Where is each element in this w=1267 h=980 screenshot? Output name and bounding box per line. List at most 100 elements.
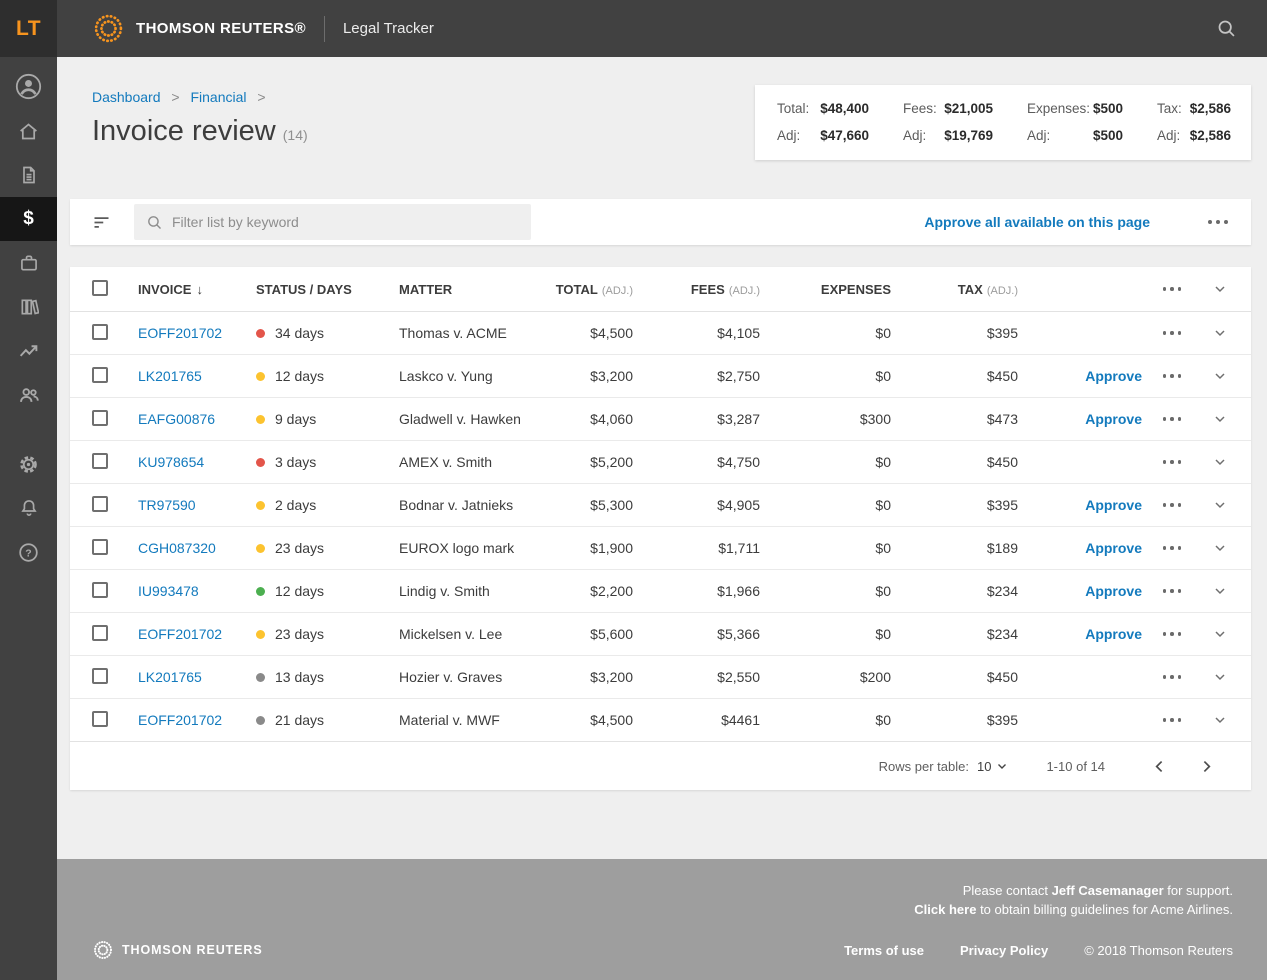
table-row: LK201765 12 days Laskco v. Yung $3,200 $… bbox=[70, 355, 1251, 398]
invoice-link[interactable]: KU978654 bbox=[138, 454, 204, 470]
approve-button[interactable]: Approve bbox=[1085, 368, 1142, 384]
filter-button[interactable] bbox=[91, 212, 112, 233]
row-checkbox[interactable] bbox=[92, 452, 108, 469]
page-title: Invoice review bbox=[92, 115, 276, 147]
sidebar-item-help[interactable]: ? bbox=[0, 530, 57, 574]
sidebar-item-settings[interactable] bbox=[0, 442, 57, 486]
filter-input[interactable] bbox=[172, 214, 519, 230]
row-expand-icon[interactable] bbox=[1212, 454, 1228, 470]
rows-per-page-select[interactable]: 10 bbox=[977, 759, 1008, 774]
column-header-status[interactable]: STATUS / DAYS bbox=[256, 282, 399, 297]
column-header-tax[interactable]: TAX (ADJ.) bbox=[891, 282, 1018, 297]
total-value: $2,200 bbox=[590, 583, 633, 599]
approve-all-button[interactable]: Approve all available on this page bbox=[924, 214, 1150, 230]
column-header-total[interactable]: TOTAL (ADJ.) bbox=[529, 282, 633, 297]
terms-of-use-link[interactable]: Terms of use bbox=[844, 943, 924, 958]
footer: Please contact Jeff Casemanager for supp… bbox=[57, 859, 1267, 980]
row-checkbox[interactable] bbox=[92, 366, 108, 383]
fees-value: $4,750 bbox=[717, 454, 760, 470]
approve-button[interactable]: Approve bbox=[1085, 411, 1142, 427]
row-menu-icon[interactable] bbox=[1162, 460, 1182, 464]
page-count: (14) bbox=[282, 127, 308, 143]
billing-guidelines-link[interactable]: Click here bbox=[914, 902, 976, 917]
sidebar-item-documents[interactable] bbox=[0, 153, 57, 197]
invoice-link[interactable]: LK201765 bbox=[138, 669, 202, 685]
sidebar-item-notifications[interactable] bbox=[0, 486, 57, 530]
invoice-link[interactable]: TR97590 bbox=[138, 497, 196, 513]
row-checkbox[interactable] bbox=[92, 581, 108, 598]
row-expand-icon[interactable] bbox=[1212, 626, 1228, 642]
expenses-value: $0 bbox=[875, 454, 891, 470]
app-logo[interactable]: LT bbox=[0, 0, 57, 57]
row-expand-icon[interactable] bbox=[1212, 583, 1228, 599]
sidebar-item-contacts[interactable] bbox=[0, 373, 57, 417]
fees-value: $2,750 bbox=[717, 368, 760, 384]
row-menu-icon[interactable] bbox=[1162, 718, 1182, 722]
status-dot bbox=[256, 672, 265, 682]
breadcrumb: Dashboard > Financial > bbox=[92, 89, 308, 105]
table-header-row: INVOICE ↓ STATUS / DAYS MATTER TOTAL (ADJ.… bbox=[70, 267, 1251, 312]
column-header-expenses[interactable]: EXPENSES bbox=[760, 282, 891, 297]
filter-search-box[interactable] bbox=[134, 204, 531, 240]
prev-page-button[interactable] bbox=[1151, 758, 1168, 775]
row-checkbox[interactable] bbox=[92, 495, 108, 512]
row-menu-icon[interactable] bbox=[1162, 632, 1182, 636]
approve-button[interactable]: Approve bbox=[1085, 497, 1142, 513]
sidebar-item-financial[interactable]: $ bbox=[0, 197, 57, 241]
row-checkbox[interactable] bbox=[92, 323, 108, 340]
document-icon bbox=[22, 166, 35, 184]
sidebar-item-profile[interactable] bbox=[0, 63, 57, 109]
row-expand-icon[interactable] bbox=[1212, 325, 1228, 341]
sidebar-item-library[interactable] bbox=[0, 285, 57, 329]
column-header-invoice[interactable]: INVOICE ↓ bbox=[138, 282, 256, 297]
thomson-reuters-logo-icon bbox=[94, 14, 123, 43]
status-days: 13 days bbox=[275, 669, 325, 685]
header-expand-icon[interactable] bbox=[1212, 281, 1228, 297]
status-dot bbox=[256, 414, 265, 424]
row-expand-icon[interactable] bbox=[1212, 540, 1228, 556]
row-checkbox[interactable] bbox=[92, 624, 108, 641]
select-all-checkbox[interactable] bbox=[92, 279, 108, 296]
invoice-link[interactable]: IU993478 bbox=[138, 583, 199, 599]
global-search-button[interactable] bbox=[1216, 18, 1237, 39]
column-header-matter[interactable]: MATTER bbox=[399, 282, 529, 297]
row-checkbox[interactable] bbox=[92, 409, 108, 426]
row-menu-icon[interactable] bbox=[1162, 675, 1182, 679]
toolbar-menu-icon[interactable] bbox=[1208, 220, 1228, 224]
header-menu-icon[interactable] bbox=[1162, 287, 1182, 291]
breadcrumb-dashboard[interactable]: Dashboard bbox=[92, 89, 161, 105]
expenses-value: $0 bbox=[875, 325, 891, 341]
row-checkbox[interactable] bbox=[92, 538, 108, 555]
invoice-link[interactable]: LK201765 bbox=[138, 368, 202, 384]
sidebar-item-matters[interactable] bbox=[0, 241, 57, 285]
row-expand-icon[interactable] bbox=[1212, 497, 1228, 513]
row-menu-icon[interactable] bbox=[1162, 503, 1182, 507]
invoice-link[interactable]: EOFF201702 bbox=[138, 325, 222, 341]
row-menu-icon[interactable] bbox=[1162, 331, 1182, 335]
status-days: 12 days bbox=[275, 583, 325, 599]
invoice-link[interactable]: EAFG00876 bbox=[138, 411, 215, 427]
row-checkbox[interactable] bbox=[92, 710, 108, 727]
row-expand-icon[interactable] bbox=[1212, 368, 1228, 384]
approve-button[interactable]: Approve bbox=[1085, 540, 1142, 556]
row-menu-icon[interactable] bbox=[1162, 546, 1182, 550]
invoice-link[interactable]: CGH087320 bbox=[138, 540, 216, 556]
privacy-policy-link[interactable]: Privacy Policy bbox=[960, 943, 1048, 958]
sidebar-item-reports[interactable] bbox=[0, 329, 57, 373]
invoice-link[interactable]: EOFF201702 bbox=[138, 712, 222, 728]
row-menu-icon[interactable] bbox=[1162, 374, 1182, 378]
row-expand-icon[interactable] bbox=[1212, 669, 1228, 685]
next-page-button[interactable] bbox=[1198, 758, 1215, 775]
approve-button[interactable]: Approve bbox=[1085, 583, 1142, 599]
invoice-link[interactable]: EOFF201702 bbox=[138, 626, 222, 642]
sidebar-item-home[interactable] bbox=[0, 109, 57, 153]
breadcrumb-financial[interactable]: Financial bbox=[190, 89, 246, 105]
row-menu-icon[interactable] bbox=[1162, 417, 1182, 421]
matter-name: Laskco v. Yung bbox=[399, 368, 493, 384]
row-expand-icon[interactable] bbox=[1212, 712, 1228, 728]
row-expand-icon[interactable] bbox=[1212, 411, 1228, 427]
row-checkbox[interactable] bbox=[92, 667, 108, 684]
column-header-fees[interactable]: FEES (ADJ.) bbox=[633, 282, 760, 297]
row-menu-icon[interactable] bbox=[1162, 589, 1182, 593]
approve-button[interactable]: Approve bbox=[1085, 626, 1142, 642]
